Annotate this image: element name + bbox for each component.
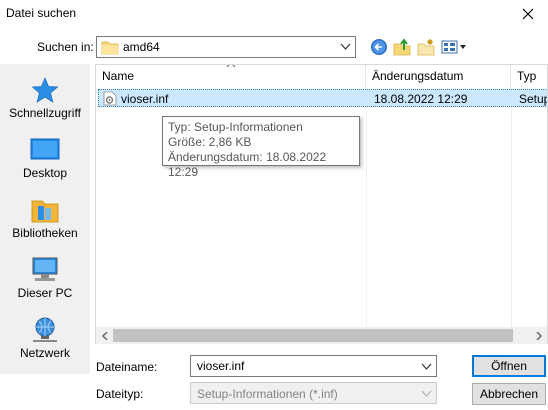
chevron-down-icon[interactable]: [421, 361, 432, 372]
column-header-type[interactable]: Typ: [511, 65, 547, 87]
scroll-right-button[interactable]: [530, 327, 547, 344]
filename-combo[interactable]: [190, 355, 437, 377]
filetype-select[interactable]: Setup-Informationen (*.inf): [190, 382, 437, 404]
network-icon: [33, 317, 57, 342]
close-button[interactable]: [508, 0, 548, 28]
cancel-button-label: Abbrechen: [479, 387, 539, 401]
column-divider: [366, 87, 367, 327]
look-in-combo[interactable]: amd64: [96, 36, 356, 58]
chevron-down-icon: [421, 390, 432, 397]
filetype-value: Setup-Informationen (*.inf): [197, 387, 338, 401]
title-bar: Datei suchen: [0, 0, 548, 28]
view-grid-icon: [441, 40, 466, 54]
filetype-label: Dateityp:: [96, 387, 144, 401]
scroll-left-button[interactable]: [96, 327, 113, 344]
place-label: Netzwerk: [19, 346, 70, 360]
place-libraries[interactable]: Bibliotheken: [0, 192, 90, 250]
table-row[interactable]: vioser.inf 18.08.2022 12:29 Setup: [98, 89, 548, 107]
view-menu-button[interactable]: [440, 36, 468, 58]
filename-label: Dateiname:: [96, 360, 158, 374]
column-header-label: Name: [102, 69, 135, 83]
file-date: 18.08.2022 12:29: [374, 92, 468, 106]
folder-icon: [101, 41, 119, 55]
tooltip-type: Typ: Setup-Informationen: [168, 120, 303, 134]
column-header-date[interactable]: Änderungsdatum: [366, 65, 511, 87]
desktop-icon: [30, 138, 60, 160]
chevron-down-icon: [340, 43, 351, 50]
column-header-name[interactable]: Name: [96, 65, 366, 87]
places-bar: Schnellzugriff Desktop Bibliotheken Dies…: [0, 64, 90, 374]
sort-asc-icon: [226, 65, 236, 68]
open-button-label: Öffnen: [491, 359, 527, 373]
computer-icon: [32, 257, 58, 281]
column-divider: [511, 87, 512, 327]
open-button[interactable]: Öffnen: [472, 355, 546, 377]
inf-file-icon: [103, 91, 117, 106]
star-icon: [31, 76, 59, 103]
place-label: Bibliotheken: [12, 226, 78, 240]
column-header-label: Änderungsdatum: [372, 69, 464, 83]
horizontal-scrollbar[interactable]: [96, 327, 547, 344]
place-desktop[interactable]: Desktop: [0, 132, 90, 190]
place-label: Schnellzugriff: [9, 106, 81, 120]
look-in-value: amd64: [123, 40, 160, 54]
back-arrow-icon: [371, 39, 387, 55]
chevron-left-icon: [101, 331, 107, 340]
new-folder-icon: [417, 39, 435, 56]
back-button[interactable]: [368, 36, 390, 58]
column-header-label: Typ: [517, 69, 537, 83]
up-folder-button[interactable]: [391, 36, 413, 58]
file-tooltip: Typ: Setup-Informationen Größe: 2,86 KB …: [162, 116, 360, 179]
place-label: Desktop: [22, 166, 68, 180]
chevron-right-icon: [536, 331, 542, 340]
window-title: Datei suchen: [6, 6, 77, 20]
place-this-pc[interactable]: Dieser PC: [0, 252, 90, 310]
file-list[interactable]: Name Änderungsdatum Typ vioser.inf 18.08…: [95, 64, 548, 344]
file-name: vioser.inf: [121, 92, 169, 106]
place-quick-access[interactable]: Schnellzugriff: [0, 72, 90, 130]
scroll-thumb[interactable]: [113, 329, 513, 342]
up-folder-icon: [393, 38, 411, 56]
tooltip-date: Änderungsdatum: 18.08.2022 12:29: [168, 150, 327, 179]
new-folder-button[interactable]: [415, 36, 437, 58]
look-in-label: Suchen in:: [37, 40, 94, 54]
filename-input[interactable]: [191, 356, 416, 376]
tooltip-size: Größe: 2,86 KB: [168, 135, 252, 149]
close-icon: [522, 8, 534, 20]
libraries-icon: [31, 200, 59, 223]
file-type: Setup: [519, 92, 548, 106]
place-label: Dieser PC: [17, 286, 73, 300]
place-network[interactable]: Netzwerk: [0, 312, 90, 370]
cancel-button[interactable]: Abbrechen: [472, 383, 546, 405]
